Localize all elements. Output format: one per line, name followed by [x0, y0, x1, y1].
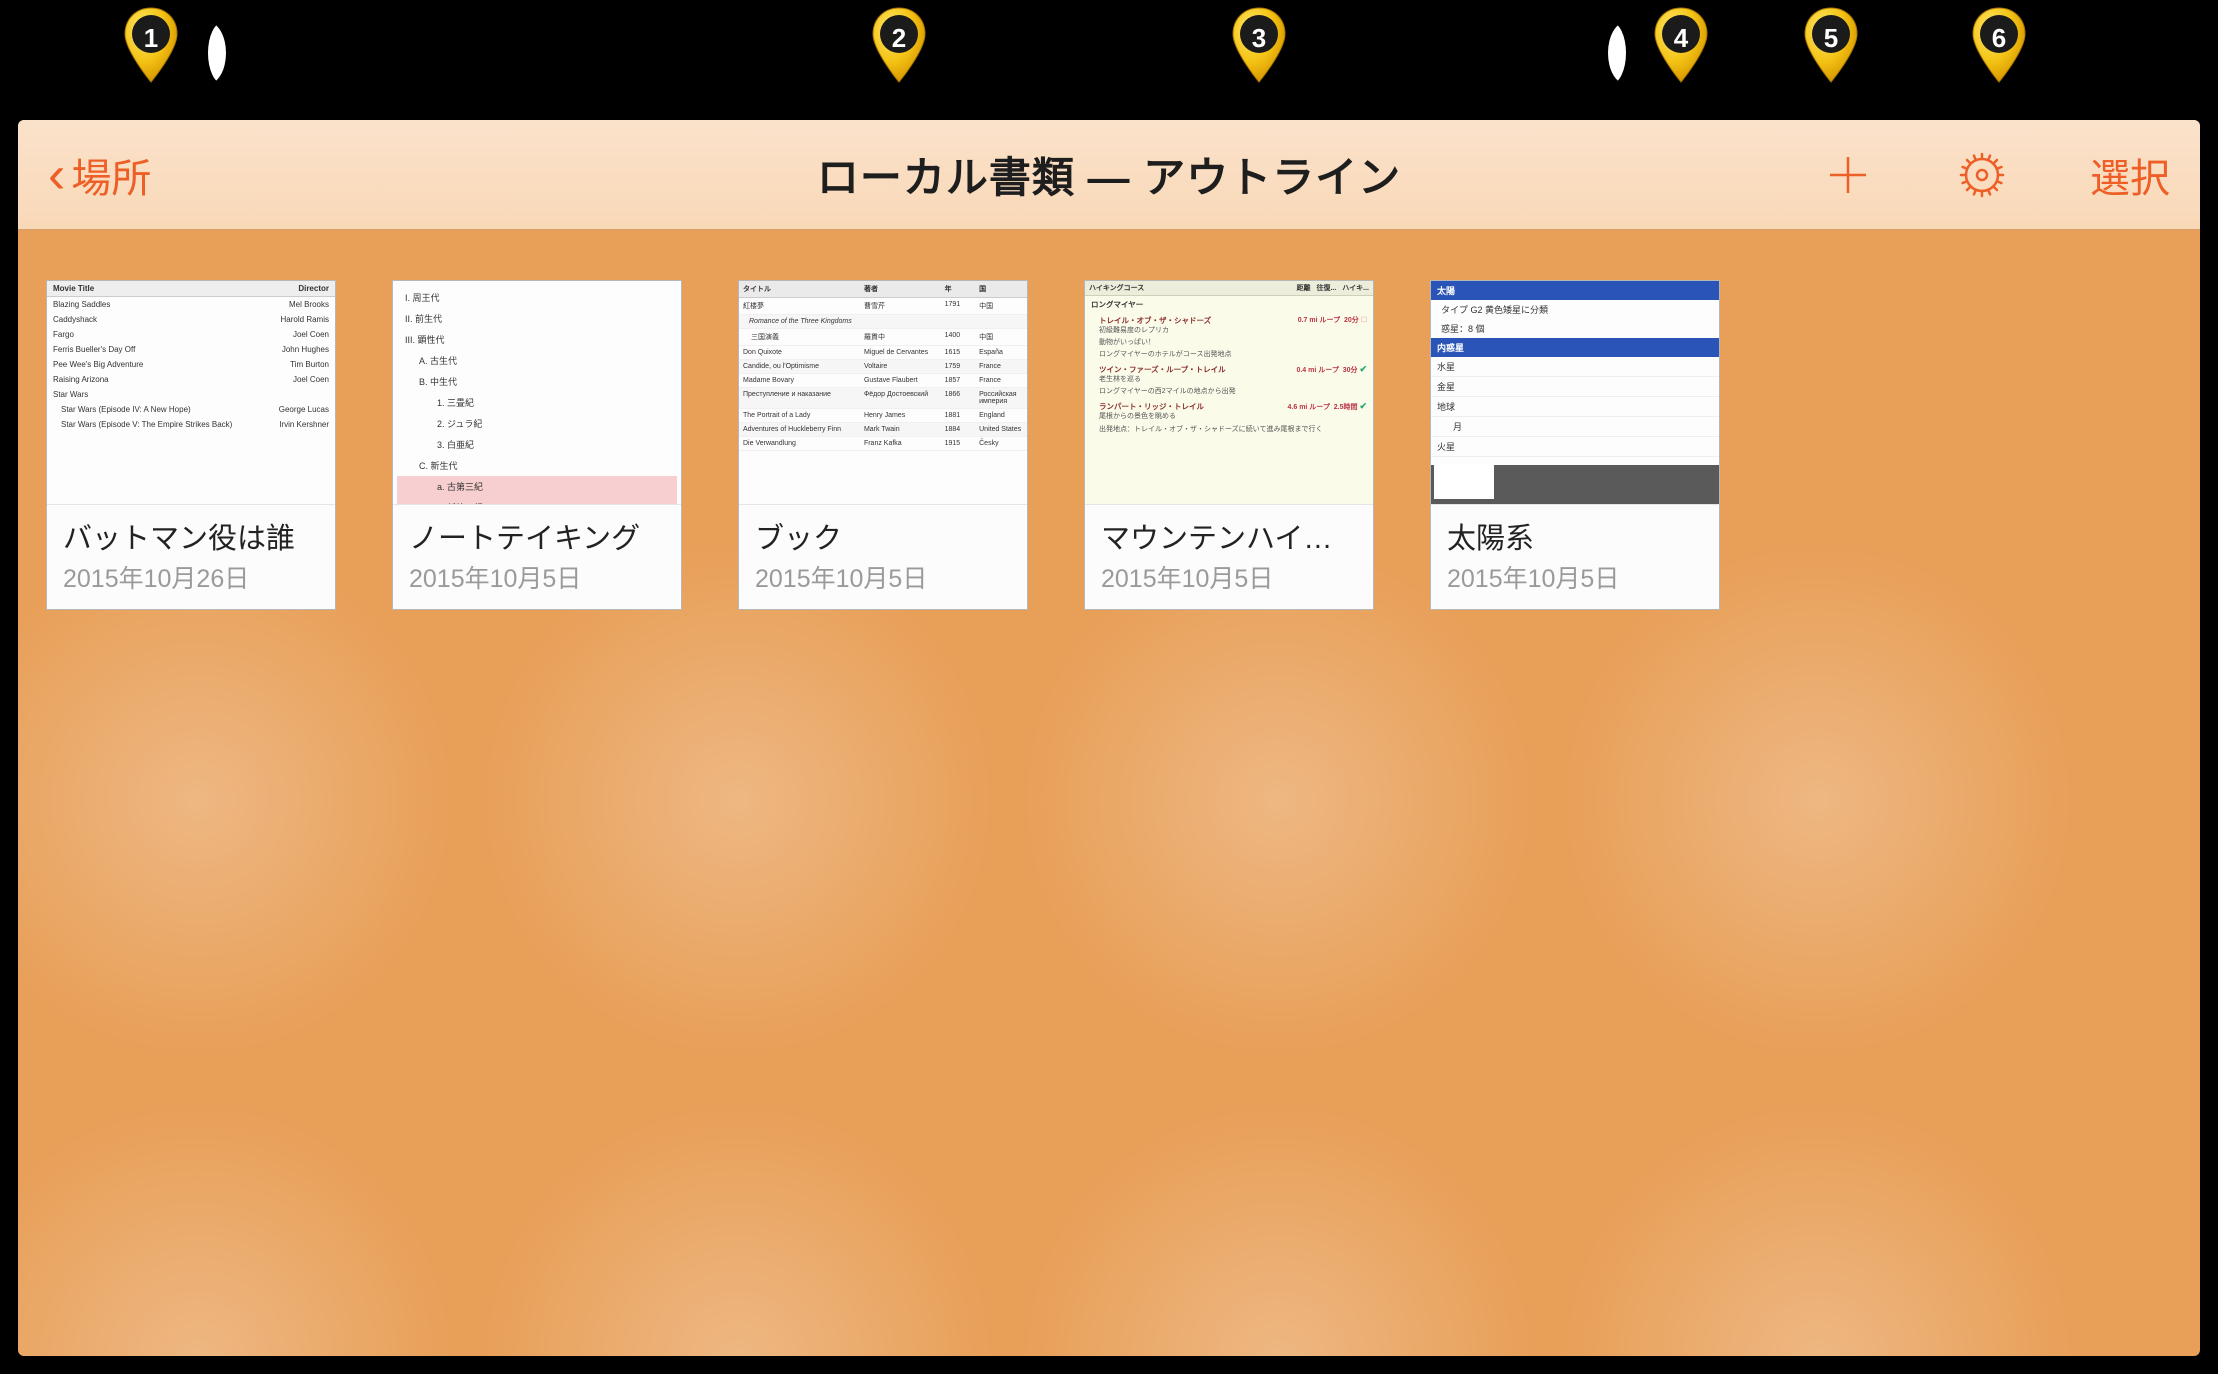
annotation-marker-2: 2: [870, 6, 928, 84]
document-thumbnail: タイトル著者年国紅楼夢曹雪芹1791中国Romance of the Three…: [739, 281, 1027, 505]
back-label: 場所: [71, 146, 151, 204]
document-card[interactable]: ハイキングコース距離往復...ハイキ...ロングマイヤートレイル・オブ・ザ・シャ…: [1084, 280, 1374, 610]
document-title: 太陽系: [1447, 515, 1703, 557]
document-footer: ブック2015年10月5日: [739, 505, 1027, 609]
annotation-bar: 1 2 3 4 5 6: [0, 0, 2218, 120]
decorative-arc: [208, 22, 238, 84]
plus-icon: [1824, 151, 1872, 199]
document-date: 2015年10月26日: [63, 559, 319, 595]
navigation-bar: ‹ 場所 ローカル書類 — アウトライン: [18, 120, 2200, 230]
annotation-marker-3: 3: [1230, 6, 1288, 84]
document-date: 2015年10月5日: [1447, 559, 1703, 595]
document-footer: マウンテンハイキング2015年10月5日: [1085, 505, 1373, 609]
document-card[interactable]: Movie TitleDirectorBlazing SaddlesMel Br…: [46, 280, 336, 610]
annotation-marker-5: 5: [1802, 6, 1860, 84]
gear-icon: [1958, 151, 2006, 199]
document-footer: ノートテイキング2015年10月5日: [393, 505, 681, 609]
select-button[interactable]: 選択: [2090, 146, 2170, 204]
nav-actions: 選択: [1822, 146, 2170, 204]
document-thumbnail: ハイキングコース距離往復...ハイキ...ロングマイヤートレイル・オブ・ザ・シャ…: [1085, 281, 1373, 505]
chevron-left-icon: ‹: [48, 149, 65, 201]
document-card[interactable]: 太陽タイプ G2 黄色矮星に分類惑星：8 個内惑星水星金星地球月火星太陽系201…: [1430, 280, 1720, 610]
annotation-marker-4: 4: [1652, 6, 1710, 84]
document-thumbnail: 太陽タイプ G2 黄色矮星に分類惑星：8 個内惑星水星金星地球月火星: [1431, 281, 1719, 505]
document-title: バットマン役は誰: [63, 515, 319, 557]
page-title: ローカル書類 — アウトライン: [817, 144, 1401, 205]
document-footer: 太陽系2015年10月5日: [1431, 505, 1719, 609]
document-thumbnail: Movie TitleDirectorBlazing SaddlesMel Br…: [47, 281, 335, 505]
document-title: ブック: [755, 515, 1011, 557]
annotation-marker-1: 1: [122, 6, 180, 84]
document-date: 2015年10月5日: [755, 559, 1011, 595]
document-card[interactable]: タイトル著者年国紅楼夢曹雪芹1791中国Romance of the Three…: [738, 280, 1028, 610]
add-button[interactable]: [1822, 149, 1874, 201]
document-card[interactable]: I. 周王代II. 前生代III. 顕性代A. 古生代B. 中生代1. 三畳紀2…: [392, 280, 682, 610]
settings-button[interactable]: [1956, 149, 2008, 201]
document-footer: バットマン役は誰2015年10月26日: [47, 505, 335, 609]
document-date: 2015年10月5日: [409, 559, 665, 595]
back-button[interactable]: ‹ 場所: [48, 146, 151, 204]
document-title: マウンテンハイキング: [1101, 515, 1357, 557]
document-date: 2015年10月5日: [1101, 559, 1357, 595]
document-thumbnail: I. 周王代II. 前生代III. 顕性代A. 古生代B. 中生代1. 三畳紀2…: [393, 281, 681, 505]
documents-grid: Movie TitleDirectorBlazing SaddlesMel Br…: [18, 230, 2200, 660]
document-title: ノートテイキング: [409, 515, 665, 557]
decorative-arc: [1596, 22, 1626, 84]
app-window: ‹ 場所 ローカル書類 — アウトライン: [18, 120, 2200, 1356]
annotation-marker-6: 6: [1970, 6, 2028, 84]
